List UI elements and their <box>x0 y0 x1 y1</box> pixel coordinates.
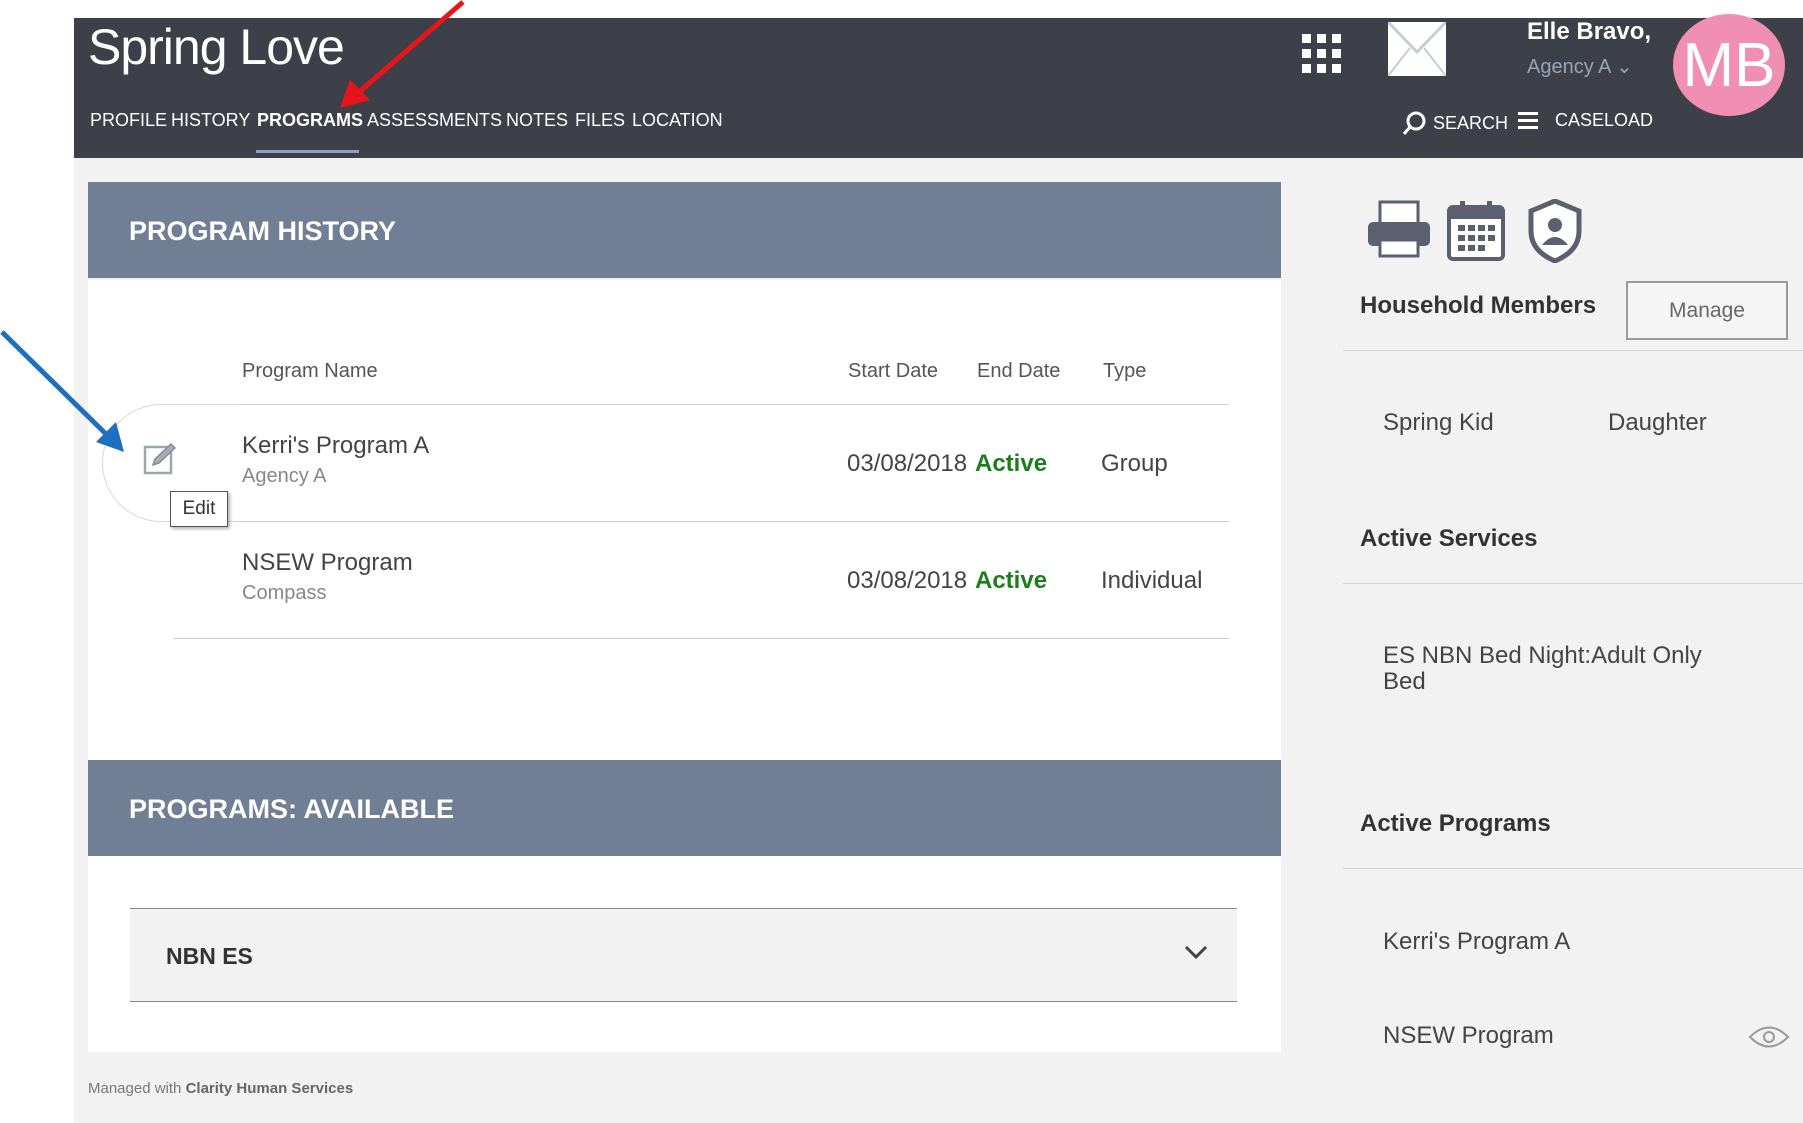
nav-history[interactable]: HISTORY <box>171 110 250 131</box>
active-programs-title: Active Programs <box>1360 810 1551 837</box>
col-start-date: Start Date <box>848 360 939 382</box>
programs-available-title: PROGRAMS: AVAILABLE <box>129 794 454 824</box>
col-end-date: End Date <box>977 360 1061 382</box>
active-services-title: Active Services <box>1360 525 1538 552</box>
shield-icon[interactable] <box>1527 198 1583 268</box>
client-name-title: Spring Love <box>88 19 345 75</box>
available-program-row[interactable]: NBN ES <box>130 908 1237 1002</box>
nav-location[interactable]: LOCATION <box>632 110 723 131</box>
start-date: 03/08/2018 <box>847 450 968 477</box>
divider <box>1343 868 1803 869</box>
footer-brand: Clarity Human Services <box>185 1080 354 1097</box>
program-agency: Compass <box>242 582 327 604</box>
footer: Managed with Clarity Human Services <box>88 1080 353 1097</box>
col-program-name: Program Name <box>242 360 378 382</box>
program-agency: Agency A <box>242 465 327 487</box>
search-label: SEARCH <box>1433 113 1509 133</box>
manage-button[interactable]: Manage <box>1626 281 1788 340</box>
edit-tooltip: Edit <box>170 491 228 527</box>
divider <box>1343 350 1803 351</box>
row-divider <box>173 638 1229 639</box>
nav-notes[interactable]: NOTES <box>506 110 568 131</box>
caseload-link[interactable]: CASELOAD <box>1518 110 1653 131</box>
agency-label: Agency A <box>1527 56 1611 78</box>
programs-available-header: PROGRAMS: AVAILABLE <box>88 760 1281 856</box>
eye-icon[interactable] <box>1748 1024 1790 1055</box>
footer-prefix: Managed with <box>88 1080 182 1097</box>
row-divider <box>173 521 1229 522</box>
household-member-name[interactable]: Spring Kid <box>1383 409 1494 437</box>
program-name[interactable]: NSEW Program <box>242 549 413 577</box>
program-type: Group <box>1101 450 1168 477</box>
program-history-title: PROGRAM HISTORY <box>129 216 397 246</box>
caseload-label: CASELOAD <box>1555 110 1654 130</box>
nav-profile[interactable]: PROFILE <box>90 110 167 131</box>
nav-files[interactable]: FILES <box>575 110 625 131</box>
user-name: Elle Bravo, <box>1527 18 1652 45</box>
chevron-down-icon[interactable] <box>1183 943 1209 961</box>
edit-icon[interactable] <box>143 441 179 482</box>
household-member-relation: Daughter <box>1608 409 1707 436</box>
active-tab-underline <box>256 150 359 153</box>
row-divider <box>173 404 1229 405</box>
program-history-body <box>88 280 1281 760</box>
search-icon <box>1402 111 1426 135</box>
print-icon[interactable] <box>1366 200 1432 265</box>
avatar[interactable]: MB <box>1673 14 1785 116</box>
available-program-name: NBN ES <box>166 943 253 969</box>
active-program-item[interactable]: NSEW Program <box>1383 1022 1554 1050</box>
calendar-icon[interactable] <box>1446 199 1506 268</box>
agency-selector[interactable]: Agency A ⌄ <box>1527 54 1633 79</box>
start-date: 03/08/2018 <box>847 567 968 594</box>
nav-assessments[interactable]: ASSESSMENTS <box>367 110 502 131</box>
search-link[interactable]: SEARCH <box>1402 110 1508 136</box>
household-members-title: Household Members <box>1360 292 1597 319</box>
chevron-down-icon: ⌄ <box>1615 56 1633 78</box>
divider <box>1343 583 1803 584</box>
program-name[interactable]: Kerri's Program A <box>242 432 429 460</box>
active-service-item[interactable]: ES NBN Bed Night:Adult Only Bed <box>1383 643 1713 695</box>
nav-programs[interactable]: PROGRAMS <box>257 110 363 131</box>
program-type: Individual <box>1101 567 1203 594</box>
program-history-header: PROGRAM HISTORY <box>88 182 1281 278</box>
menu-icon <box>1518 112 1538 129</box>
col-type: Type <box>1103 360 1147 382</box>
end-date-status: Active <box>975 567 1048 594</box>
apps-grid-icon[interactable] <box>1302 34 1342 74</box>
active-program-item[interactable]: Kerri's Program A <box>1383 928 1570 956</box>
mail-icon[interactable] <box>1386 20 1448 77</box>
end-date-status: Active <box>975 450 1048 477</box>
